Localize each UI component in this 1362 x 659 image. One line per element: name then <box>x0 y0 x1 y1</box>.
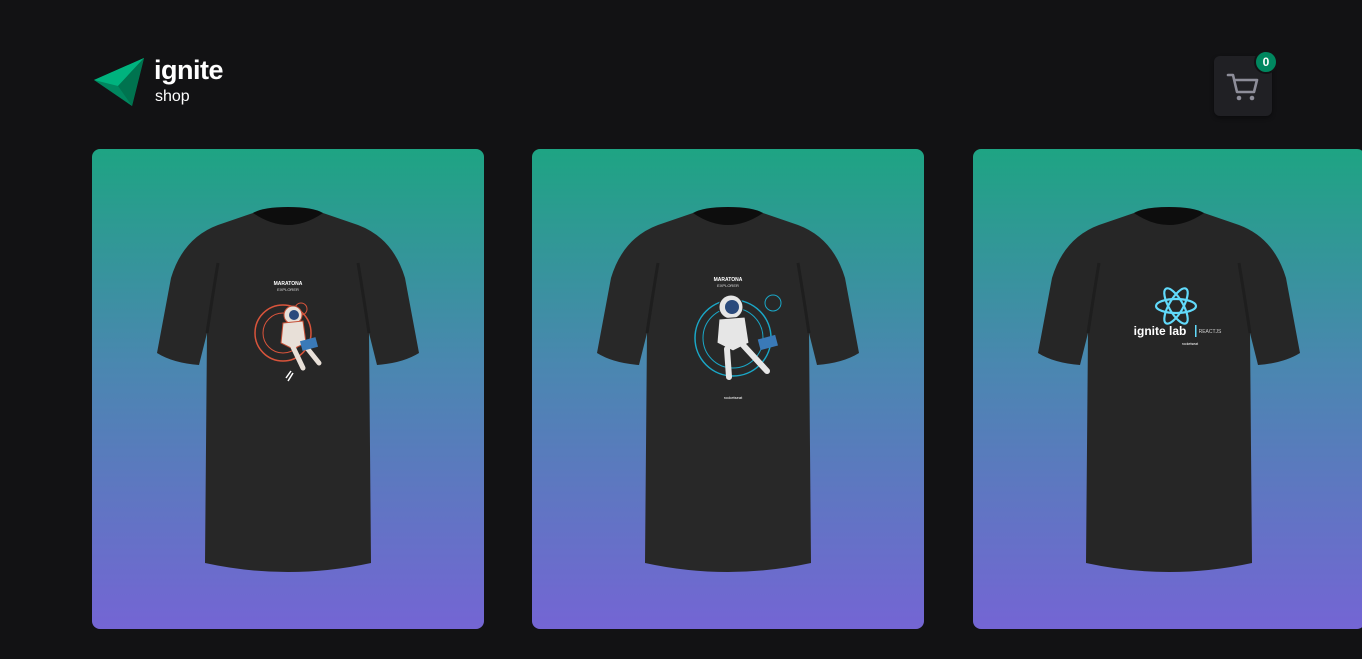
ignite-logo-icon <box>94 58 144 106</box>
cart-count-badge: 0 <box>1254 50 1278 74</box>
product-card[interactable]: MARATONA EXPLORER rocketseat <box>532 149 924 629</box>
cart-button[interactable]: 0 <box>1214 50 1278 116</box>
shirt-print-subtitle: EXPLORER <box>717 283 739 288</box>
shirt-print-subtitle: EXPLORER <box>277 287 299 292</box>
shirt-print-brand: rocketseat <box>724 395 743 400</box>
product-image-tshirt-ignite-lab: ignite lab REACTJS rocketseat <box>1038 207 1300 572</box>
product-image-tshirt-astronaut-red: MARATONA EXPLORER <box>157 207 419 572</box>
shopping-cart-icon <box>1226 73 1259 101</box>
product-card[interactable]: ignite lab REACTJS rocketseat <box>973 149 1362 629</box>
shirt-print-lab-tag: REACTJS <box>1199 329 1222 335</box>
logo-subtitle: shop <box>155 88 190 105</box>
logo-title: ignite <box>154 55 224 85</box>
header: ignite shop 0 <box>92 50 1278 116</box>
logo[interactable]: ignite shop <box>92 55 224 110</box>
shirt-print-brand: rocketseat <box>1182 342 1198 346</box>
product-list: MARATONA EXPLORER MARATONA EXPLORER rock… <box>92 149 1362 629</box>
shirt-print-lab-title: ignite lab <box>1134 324 1187 338</box>
product-image-tshirt-astronaut-blue: MARATONA EXPLORER rocketseat <box>597 207 859 572</box>
product-card[interactable]: MARATONA EXPLORER <box>92 149 484 629</box>
